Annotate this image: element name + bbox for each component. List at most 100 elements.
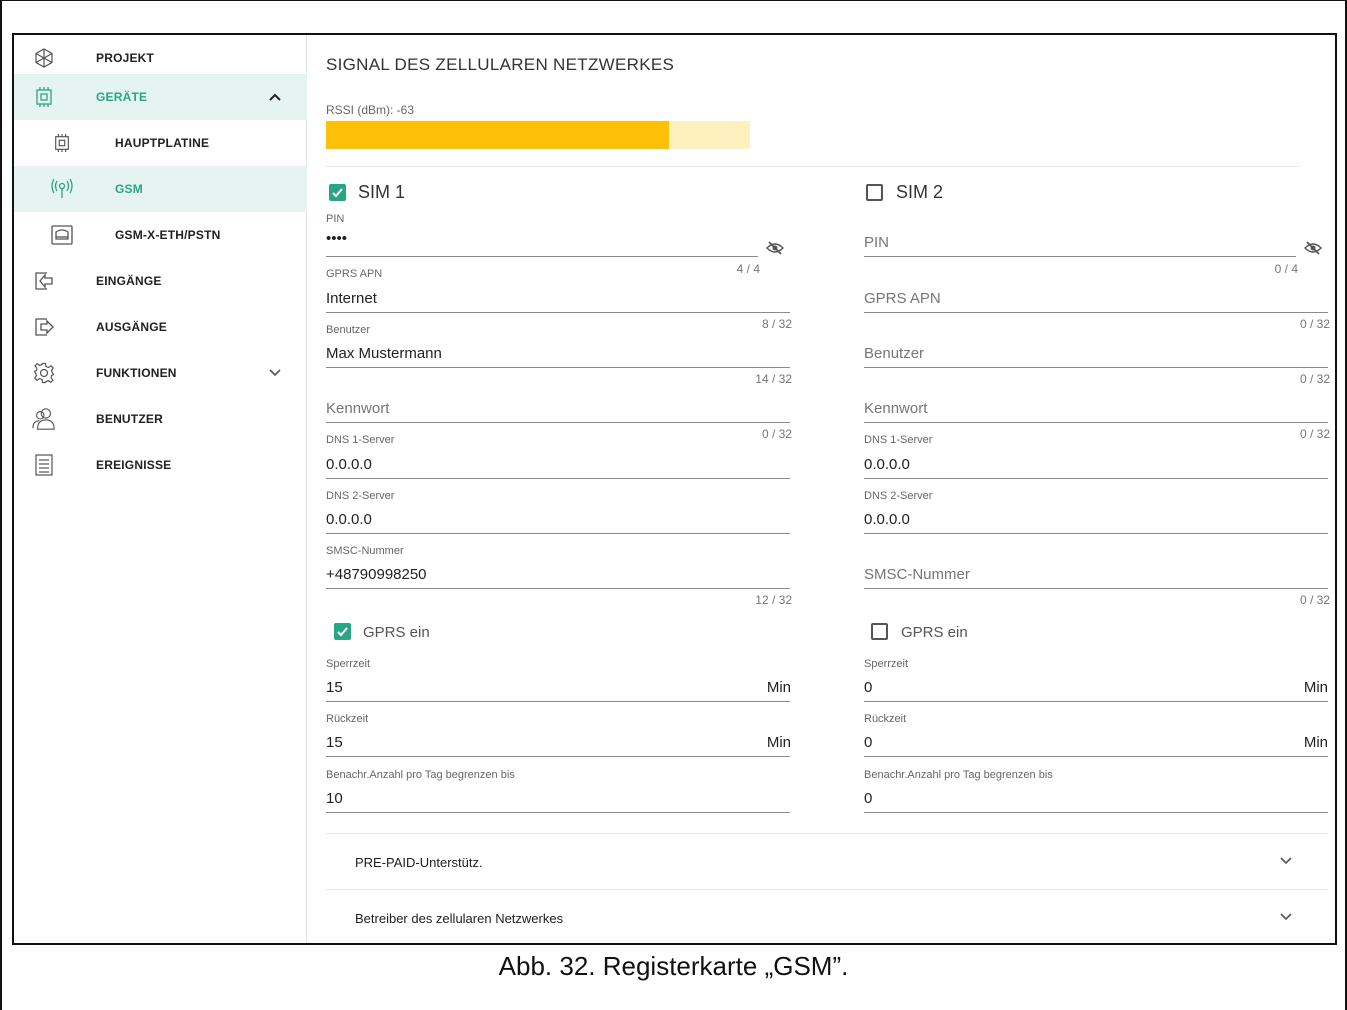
gear-icon: [32, 361, 56, 385]
sim2-user-counter: 0 / 32: [1299, 372, 1330, 386]
sim2-dns2-label: DNS 2-Server: [864, 490, 933, 502]
sim1-apn-field[interactable]: Internet: [326, 290, 377, 307]
sim1-checkbox[interactable]: [329, 184, 346, 201]
chevron-down-icon: [1280, 913, 1292, 921]
sidebar-item-hauptplatine[interactable]: HAUPTPLATINE: [14, 120, 307, 166]
chevron-down-icon: [1280, 857, 1292, 865]
sim2-checkbox[interactable]: [866, 184, 883, 201]
sim1-pin-label: PIN: [326, 213, 345, 225]
accordion-operator[interactable]: Betreiber des zellularen Netzwerkes: [326, 890, 1328, 943]
sidebar-item-ereignisse[interactable]: EREIGNISSE: [14, 442, 307, 488]
accordion-prepaid[interactable]: PRE-PAID-Unterstütz.: [326, 834, 1328, 889]
chevron-up-icon: [269, 93, 281, 101]
sim1-smsc-counter: 12 / 32: [755, 593, 792, 607]
sim1-rueckzeit-field[interactable]: 15: [326, 734, 343, 751]
sim2-dns2-field[interactable]: 0.0.0.0: [864, 511, 910, 528]
log-icon: [32, 453, 56, 477]
output-icon: [32, 315, 56, 339]
sim1-smsc-label: SMSC-Nummer: [326, 545, 404, 557]
antenna-icon: [50, 177, 74, 201]
sidebar-item-label: FUNKTIONEN: [96, 366, 177, 380]
accordion-label: Betreiber des zellularen Netzwerkes: [355, 911, 564, 926]
sidebar-item-label: GSM-X-ETH/PSTN: [115, 228, 221, 242]
sidebar-item-label: EINGÄNGE: [96, 274, 162, 288]
sidebar-item-geraete[interactable]: GERÄTE: [14, 74, 307, 120]
sim1-gprs-label: GPRS ein: [363, 624, 430, 641]
sim2-password-counter: 0 / 32: [1299, 427, 1330, 441]
sidebar: PROJEKT GERÄTE HAUPTPLATINE GSM GSM-X-ET…: [14, 35, 307, 943]
divider: [326, 166, 1300, 167]
sidebar-item-funktionen[interactable]: FUNKTIONEN: [14, 350, 307, 396]
field-underline: [326, 533, 790, 534]
input-icon: [32, 269, 56, 293]
sim1-apn-label: GPRS APN: [326, 268, 383, 280]
field-underline: [864, 422, 1328, 423]
sim1-user-label: Benutzer: [326, 324, 371, 336]
field-underline: [864, 256, 1296, 257]
sim1-sperrzeit-field[interactable]: 15: [326, 679, 343, 696]
sim2-rueckzeit-field[interactable]: 0: [864, 734, 872, 751]
sidebar-item-label: HAUPTPLATINE: [115, 136, 210, 150]
sim1-smsc-field[interactable]: +48790998250: [326, 566, 427, 583]
sim2-gprs-label: GPRS ein: [901, 624, 968, 641]
sidebar-item-ausgaenge[interactable]: AUSGÄNGE: [14, 304, 307, 350]
sim1-title: SIM 1: [358, 182, 406, 202]
check-icon: [337, 627, 348, 637]
app-window: PROJEKT GERÄTE HAUPTPLATINE GSM GSM-X-ET…: [12, 33, 1337, 945]
sim1-limit-field[interactable]: 10: [326, 790, 343, 807]
field-underline: [326, 588, 790, 589]
visibility-off-icon[interactable]: [766, 241, 784, 255]
field-underline: [326, 478, 790, 479]
sim1-dns1-field[interactable]: 0.0.0.0: [326, 456, 372, 473]
module-icon: [50, 223, 74, 247]
signal-bar-fill: [326, 121, 670, 149]
sim2-pin-field[interactable]: PIN: [864, 234, 889, 251]
sidebar-item-benutzer[interactable]: BENUTZER: [14, 396, 307, 442]
sim2-sperrzeit-label: Sperrzeit: [864, 658, 909, 670]
board-icon: [50, 131, 74, 155]
sidebar-item-gsm[interactable]: GSM: [14, 166, 307, 212]
field-underline: [326, 422, 790, 423]
sim1-user-field[interactable]: Max Mustermann: [326, 345, 442, 362]
field-underline: [326, 312, 790, 313]
sidebar-item-gsm-x-eth-pstn[interactable]: GSM-X-ETH/PSTN: [14, 212, 307, 258]
field-underline: [864, 312, 1328, 313]
sim2-user-field[interactable]: Benutzer: [864, 345, 924, 362]
field-underline: [864, 588, 1328, 589]
field-underline: [864, 367, 1328, 368]
sim2-apn-counter: 0 / 32: [1299, 317, 1330, 331]
unit-label: Min: [1303, 679, 1328, 696]
sim1-gprs-checkbox[interactable]: [334, 623, 351, 640]
sim1-pin-field[interactable]: ••••: [326, 230, 347, 247]
sim1-dns2-field[interactable]: 0.0.0.0: [326, 511, 372, 528]
sidebar-item-label: BENUTZER: [96, 412, 163, 426]
sim1-apn-counter: 8 / 32: [761, 317, 792, 331]
accordion-label: PRE-PAID-Unterstütz.: [355, 855, 483, 870]
sim1-limit-label: Benachr.Anzahl pro Tag begrenzen bis: [326, 769, 515, 781]
sidebar-item-label: EREIGNISSE: [96, 458, 172, 472]
field-underline: [326, 756, 790, 757]
visibility-off-icon[interactable]: [1304, 241, 1322, 255]
sim1-password-counter: 0 / 32: [761, 427, 792, 441]
field-underline: [864, 701, 1328, 702]
main-content: SIGNAL DES ZELLULAREN NETZWERKES RSSI (d…: [308, 35, 1335, 943]
sim1-dns1-label: DNS 1-Server: [326, 434, 395, 446]
sim2-title: SIM 2: [896, 182, 944, 202]
sim2-password-field[interactable]: Kennwort: [864, 400, 927, 417]
sim2-apn-field[interactable]: GPRS APN: [864, 290, 941, 307]
sim2-sperrzeit-field[interactable]: 0: [864, 679, 872, 696]
sim2-limit-field[interactable]: 0: [864, 790, 872, 807]
chip-icon: [32, 85, 56, 109]
sim2-smsc-field[interactable]: SMSC-Nummer: [864, 566, 970, 583]
sim1-pin-counter: 4 / 4: [736, 262, 760, 276]
sim2-rueckzeit-label: Rückzeit: [864, 713, 907, 725]
sim1-password-field[interactable]: Kennwort: [326, 400, 389, 417]
sim2-dns1-field[interactable]: 0.0.0.0: [864, 456, 910, 473]
signal-bar: [326, 121, 750, 149]
sidebar-item-eingaenge[interactable]: EINGÄNGE: [14, 258, 307, 304]
users-icon: [32, 407, 56, 431]
sim2-gprs-checkbox[interactable]: [871, 623, 888, 640]
chevron-down-icon: [269, 369, 281, 377]
unit-label: Min: [766, 734, 791, 751]
field-underline: [864, 756, 1328, 757]
